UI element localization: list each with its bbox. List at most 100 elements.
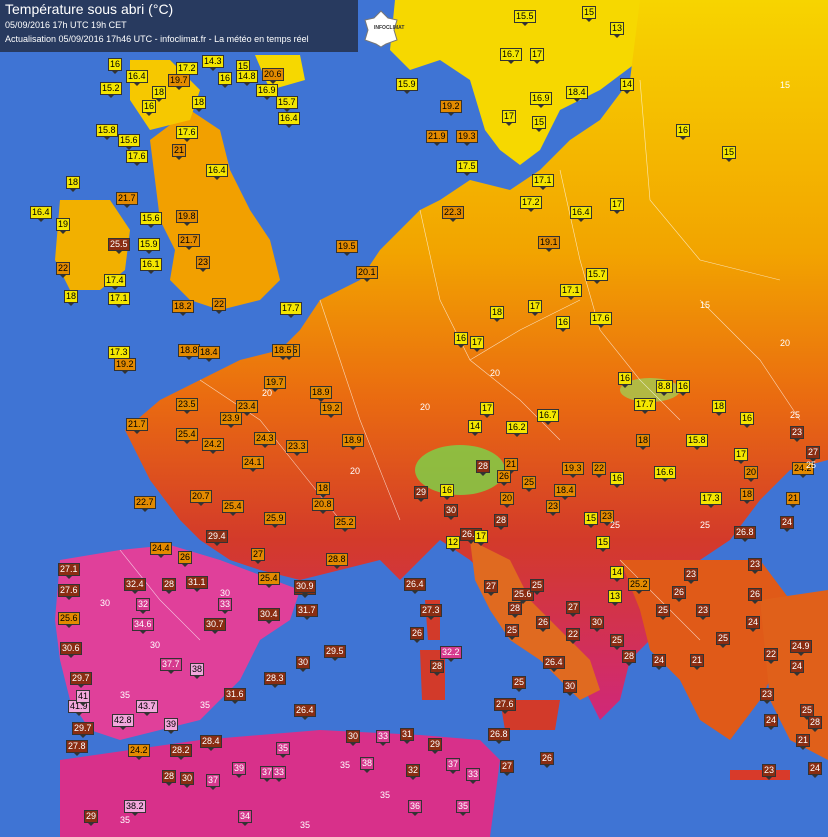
station-temperature-label[interactable]: 13 [610,22,625,35]
station-temperature-label[interactable]: 27 [566,601,581,614]
station-temperature-label[interactable]: 17.1 [108,292,130,305]
station-temperature-label[interactable]: 28 [476,460,491,473]
station-temperature-label[interactable]: 17 [470,336,485,349]
station-temperature-label[interactable]: 19 [56,218,71,231]
station-temperature-label[interactable]: 16.4 [30,206,52,219]
station-temperature-label[interactable]: 24.2 [202,438,224,451]
station-temperature-label[interactable]: 20 [744,466,759,479]
station-temperature-label[interactable]: 22 [212,298,227,311]
station-temperature-label[interactable]: 21 [786,492,801,505]
station-temperature-label[interactable]: 24 [790,660,805,673]
station-temperature-label[interactable]: 23 [546,500,561,513]
temperature-map[interactable]: Température sous abri (°C) 05/09/2016 17… [0,0,828,837]
station-temperature-label[interactable]: 41 [76,690,91,703]
station-temperature-label[interactable]: 28 [430,660,445,673]
station-temperature-label[interactable]: 18.9 [342,434,364,447]
station-temperature-label[interactable]: 26 [672,586,687,599]
station-temperature-label[interactable]: 17 [480,402,495,415]
station-temperature-label[interactable]: 19.8 [176,210,198,223]
station-temperature-label[interactable]: 15 [722,146,737,159]
station-temperature-label[interactable]: 16 [218,72,233,85]
station-temperature-label[interactable]: 29.7 [72,722,94,735]
station-temperature-label[interactable]: 31.1 [186,576,208,589]
station-temperature-label[interactable]: 33 [272,766,287,779]
station-temperature-label[interactable]: 28 [494,514,509,527]
station-temperature-label[interactable]: 22 [56,262,71,275]
station-temperature-label[interactable]: 27 [806,446,821,459]
station-temperature-label[interactable]: 19.3 [562,462,584,475]
station-temperature-label[interactable]: 28.3 [264,672,286,685]
station-temperature-label[interactable]: 15.7 [586,268,608,281]
station-temperature-label[interactable]: 19.2 [320,402,342,415]
station-temperature-label[interactable]: 17.1 [560,284,582,297]
station-temperature-label[interactable]: 16.4 [206,164,228,177]
station-temperature-label[interactable]: 15 [596,536,611,549]
station-temperature-label[interactable]: 21.7 [178,234,200,247]
station-temperature-label[interactable]: 27 [251,548,266,561]
station-temperature-label[interactable]: 14 [468,420,483,433]
station-temperature-label[interactable]: 15 [582,6,597,19]
station-temperature-label[interactable]: 37 [206,774,221,787]
station-temperature-label[interactable]: 31.7 [296,604,318,617]
station-temperature-label[interactable]: 16 [676,380,691,393]
station-temperature-label[interactable]: 33 [466,768,481,781]
station-temperature-label[interactable]: 18 [66,176,81,189]
station-temperature-label[interactable]: 26.8 [734,526,756,539]
station-temperature-label[interactable]: 26.4 [543,656,565,669]
station-temperature-label[interactable]: 25.4 [222,500,244,513]
station-temperature-label[interactable]: 37.7 [160,658,182,671]
station-temperature-label[interactable]: 17.7 [280,302,302,315]
station-temperature-label[interactable]: 23.4 [236,400,258,413]
station-temperature-label[interactable]: 23 [684,568,699,581]
station-temperature-label[interactable]: 32 [406,764,421,777]
station-temperature-label[interactable]: 17.6 [590,312,612,325]
station-temperature-label[interactable]: 15.2 [100,82,122,95]
station-temperature-label[interactable]: 27.1 [58,563,80,576]
station-temperature-label[interactable]: 33 [218,598,233,611]
station-temperature-label[interactable]: 27 [484,580,499,593]
station-temperature-label[interactable]: 19.5 [336,240,358,253]
station-temperature-label[interactable]: 30.9 [294,580,316,593]
station-temperature-label[interactable]: 24 [764,714,779,727]
station-temperature-label[interactable]: 28.2 [170,744,192,757]
station-temperature-label[interactable]: 17.5 [456,160,478,173]
station-temperature-label[interactable]: 20.7 [190,490,212,503]
station-temperature-label[interactable]: 15.7 [276,96,298,109]
station-temperature-label[interactable]: 30.6 [60,642,82,655]
station-temperature-label[interactable]: 16.7 [500,48,522,61]
station-temperature-label[interactable]: 21.9 [426,130,448,143]
station-temperature-label[interactable]: 15.8 [96,124,118,137]
station-temperature-label[interactable]: 15 [532,116,547,129]
station-temperature-label[interactable]: 25.2 [334,516,356,529]
station-temperature-label[interactable]: 16.7 [537,409,559,422]
station-temperature-label[interactable]: 28 [162,770,177,783]
station-temperature-label[interactable]: 24 [808,762,823,775]
station-temperature-label[interactable]: 39 [164,718,179,731]
station-temperature-label[interactable]: 15.6 [118,134,140,147]
station-temperature-label[interactable]: 18.2 [172,300,194,313]
station-temperature-label[interactable]: 28 [808,716,823,729]
station-temperature-label[interactable]: 33 [376,730,391,743]
station-temperature-label[interactable]: 25.4 [258,572,280,585]
station-temperature-label[interactable]: 18 [152,86,167,99]
station-temperature-label[interactable]: 18 [490,306,505,319]
station-temperature-label[interactable]: 19.7 [168,74,190,87]
station-temperature-label[interactable]: 29.5 [324,645,346,658]
station-temperature-label[interactable]: 23.3 [286,440,308,453]
station-temperature-label[interactable]: 32.2 [440,646,462,659]
station-temperature-label[interactable]: 26.4 [404,578,426,591]
station-temperature-label[interactable]: 24.3 [254,432,276,445]
station-temperature-label[interactable]: 25 [716,632,731,645]
station-temperature-label[interactable]: 30.7 [204,618,226,631]
station-temperature-label[interactable]: 28 [162,578,177,591]
station-temperature-label[interactable]: 15.9 [138,238,160,251]
station-temperature-label[interactable]: 18 [712,400,727,413]
station-temperature-label[interactable]: 24 [746,616,761,629]
station-temperature-label[interactable]: 8.8 [656,380,673,393]
station-temperature-label[interactable]: 18.8 [178,344,200,357]
station-temperature-label[interactable]: 26 [497,470,512,483]
station-temperature-label[interactable]: 16.4 [278,112,300,125]
station-temperature-label[interactable]: 21.7 [126,418,148,431]
station-temperature-label[interactable]: 21 [172,144,187,157]
station-temperature-label[interactable]: 37 [446,758,461,771]
